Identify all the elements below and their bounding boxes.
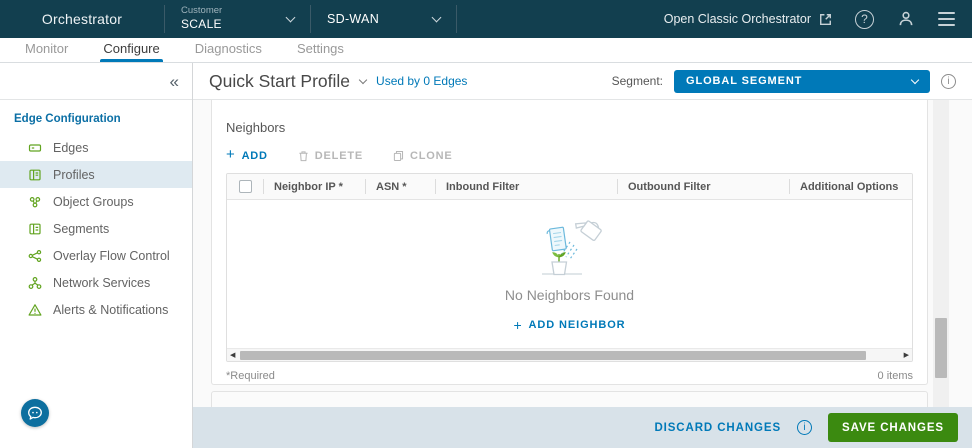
sidebar-item-overlay-flow-control[interactable]: Overlay Flow Control bbox=[0, 242, 192, 269]
column-header-inbound-filter: Inbound Filter bbox=[435, 179, 617, 194]
neighbors-card: Neighbors + ADD DELETE bbox=[211, 100, 928, 385]
next-section-card bbox=[211, 391, 928, 407]
add-neighbor-button[interactable]: + ADD NEIGHBOR bbox=[513, 317, 625, 333]
segment-info-icon[interactable]: i bbox=[941, 74, 956, 89]
clone-button[interactable]: CLONE bbox=[393, 150, 453, 162]
sidebar-item-edges[interactable]: Edges bbox=[0, 134, 192, 161]
discard-changes-button[interactable]: DISCARD CHANGES bbox=[654, 422, 781, 434]
empty-state-text: No Neighbors Found bbox=[505, 287, 634, 303]
open-classic-label: Open Classic Orchestrator bbox=[664, 12, 811, 26]
profile-title-dropdown[interactable]: Quick Start Profile bbox=[209, 71, 366, 92]
empty-state: No Neighbors Found + ADD NEIGHBOR bbox=[227, 200, 912, 348]
tab-diagnostics[interactable]: Diagnostics bbox=[195, 41, 262, 62]
primary-tabs: Monitor Configure Diagnostics Settings bbox=[0, 38, 972, 63]
network-services-icon bbox=[28, 276, 42, 290]
trash-icon bbox=[298, 150, 309, 162]
changes-info-icon[interactable]: i bbox=[797, 420, 812, 435]
segment-select[interactable]: GLOBAL SEGMENT bbox=[674, 70, 930, 93]
scroll-right-arrow[interactable]: ▶ bbox=[904, 352, 909, 359]
plus-icon: + bbox=[513, 317, 522, 333]
horizontal-scrollbar[interactable]: ◀ ▶ bbox=[227, 348, 912, 361]
neighbors-table: Neighbor IP * ASN * Inbound Filter Outbo… bbox=[226, 173, 913, 362]
vertical-scrollbar[interactable] bbox=[933, 100, 949, 407]
product-switcher[interactable]: SD-WAN bbox=[311, 0, 456, 38]
customer-label: Customer bbox=[181, 5, 222, 17]
product-name: SD-WAN bbox=[327, 12, 379, 26]
chevron-down-icon bbox=[432, 13, 442, 23]
tab-settings[interactable]: Settings bbox=[297, 41, 344, 62]
chevron-down-icon bbox=[286, 13, 296, 23]
customer-value: SCALE bbox=[181, 17, 222, 33]
sidebar-item-label: Segments bbox=[53, 222, 109, 236]
neighbors-toolbar: + ADD DELETE bbox=[226, 148, 913, 163]
used-by-edges-link[interactable]: Used by 0 Edges bbox=[376, 74, 467, 88]
chevron-down-icon bbox=[911, 75, 919, 83]
sidebar-section-title: Edge Configuration bbox=[0, 113, 192, 125]
action-footer: DISCARD CHANGES i SAVE CHANGES bbox=[193, 407, 972, 448]
object-groups-icon bbox=[28, 195, 42, 209]
select-all-checkbox[interactable] bbox=[239, 180, 252, 193]
edge-device-icon bbox=[28, 141, 42, 155]
neighbors-title: Neighbors bbox=[226, 100, 913, 135]
sidebar-item-label: Edges bbox=[53, 141, 88, 155]
sidebar-item-segments[interactable]: Segments bbox=[0, 215, 192, 242]
column-header-asn: ASN * bbox=[365, 179, 435, 194]
user-menu-button[interactable] bbox=[897, 10, 915, 28]
sidebar-item-alerts-notifications[interactable]: Alerts & Notifications bbox=[0, 296, 192, 323]
app-title: Orchestrator bbox=[0, 0, 164, 38]
scroll-left-arrow[interactable]: ◀ bbox=[230, 352, 235, 359]
table-footer: *Required 0 items bbox=[226, 362, 913, 389]
chevron-down-icon bbox=[359, 75, 367, 83]
horizontal-scrollbar-thumb[interactable] bbox=[240, 351, 866, 360]
column-header-additional-options: Additional Options bbox=[789, 179, 912, 194]
flow-control-icon bbox=[28, 249, 42, 263]
page-title: Quick Start Profile bbox=[209, 71, 350, 92]
column-header-outbound-filter: Outbound Filter bbox=[617, 179, 789, 194]
segment-value: GLOBAL SEGMENT bbox=[686, 75, 802, 87]
header-divider bbox=[456, 5, 457, 33]
menu-button[interactable] bbox=[938, 12, 955, 26]
column-header-neighbor-ip: Neighbor IP * bbox=[263, 179, 365, 194]
customer-switcher[interactable]: Customer SCALE bbox=[165, 0, 310, 38]
sidebar-item-network-services[interactable]: Network Services bbox=[0, 269, 192, 296]
table-header-row: Neighbor IP * ASN * Inbound Filter Outbo… bbox=[227, 174, 912, 200]
chat-feedback-button[interactable] bbox=[21, 399, 49, 427]
items-count: 0 items bbox=[878, 370, 913, 382]
required-note: *Required bbox=[226, 370, 275, 382]
chat-bubble-icon bbox=[27, 406, 43, 421]
open-classic-orchestrator-link[interactable]: Open Classic Orchestrator bbox=[664, 12, 832, 26]
copy-icon bbox=[393, 150, 404, 162]
sidebar-item-profiles[interactable]: Profiles bbox=[0, 161, 192, 188]
tab-configure[interactable]: Configure bbox=[103, 41, 159, 62]
vertical-scrollbar-thumb[interactable] bbox=[935, 318, 947, 378]
help-button[interactable]: ? bbox=[855, 10, 874, 29]
sidebar: « Edge Configuration Edges Profiles bbox=[0, 63, 193, 448]
sidebar-item-label: Overlay Flow Control bbox=[53, 249, 170, 263]
external-link-icon bbox=[819, 13, 832, 26]
plus-icon: + bbox=[226, 146, 236, 163]
segment-label: Segment: bbox=[612, 74, 663, 88]
delete-button[interactable]: DELETE bbox=[298, 150, 363, 162]
add-button[interactable]: + ADD bbox=[226, 148, 268, 163]
save-changes-button[interactable]: SAVE CHANGES bbox=[828, 413, 958, 442]
watering-plant-illustration bbox=[520, 216, 620, 280]
tab-monitor[interactable]: Monitor bbox=[25, 41, 68, 62]
sidebar-item-label: Alerts & Notifications bbox=[53, 303, 168, 317]
sidebar-item-label: Network Services bbox=[53, 276, 150, 290]
user-icon bbox=[897, 10, 915, 28]
sidebar-item-object-groups[interactable]: Object Groups bbox=[0, 188, 192, 215]
sidebar-collapse-button[interactable]: « bbox=[170, 73, 179, 90]
sidebar-item-label: Profiles bbox=[53, 168, 95, 182]
profiles-icon bbox=[28, 168, 42, 182]
profile-header: Quick Start Profile Used by 0 Edges Segm… bbox=[193, 63, 972, 100]
top-header: Orchestrator Customer SCALE SD-WAN Open … bbox=[0, 0, 972, 38]
sidebar-item-label: Object Groups bbox=[53, 195, 134, 209]
segments-icon bbox=[28, 222, 42, 236]
alert-triangle-icon bbox=[28, 303, 42, 317]
